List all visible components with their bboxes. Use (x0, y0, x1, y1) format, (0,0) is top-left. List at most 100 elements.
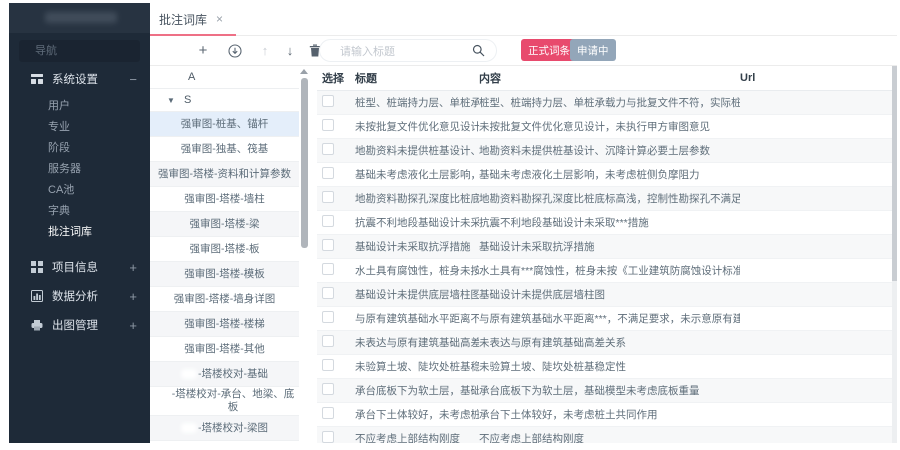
row-checkbox[interactable] (322, 167, 334, 179)
category-item[interactable]: 强审图-塔楼-梁 (150, 212, 299, 237)
category-item[interactable]: 强审图-塔楼-墙柱 (150, 187, 299, 212)
row-checkbox[interactable] (322, 143, 334, 155)
row-checkbox[interactable] (322, 191, 334, 203)
chevron-down-icon[interactable]: ▼ (167, 90, 175, 112)
table-row[interactable]: 承台下土体较好，未考虑桩土共同... 承台下土体较好，未考虑桩土共同作用 (317, 403, 892, 427)
table-row[interactable]: 基础设计未采取抗浮措施 基础设计未采取抗浮措施 (317, 235, 892, 259)
sidebar-item-CA池[interactable]: CA池 (9, 180, 150, 201)
search-input[interactable]: 请输入标题 (319, 39, 497, 62)
row-content: 承台下土体较好，未考虑桩土共同作用 (479, 407, 740, 422)
sidebar-item-专业[interactable]: 专业 (9, 117, 150, 138)
category-scrollbar[interactable] (300, 66, 308, 443)
category-item[interactable]: 强审图-塔楼-墙身详图 (150, 287, 299, 312)
category-item[interactable]: 强审图-塔楼-楼梯 (150, 312, 299, 337)
row-content: 基础设计未提供底层墙柱图 (479, 287, 740, 302)
table-row[interactable]: 抗震不利地段基础设计未采取必要... 抗震不利地段基础设计未采取***措施 (317, 211, 892, 235)
row-checkbox[interactable] (322, 359, 334, 371)
group-label: S (184, 94, 191, 106)
category-item[interactable]: -塔楼校对-承台、地梁、底板 (150, 387, 299, 416)
category-item[interactable]: -塔楼校对-墙柱 (150, 441, 299, 443)
row-content: 桩型、桩端持力层、单桩承载力与批复文件不符，实际桩型、桩端持... (479, 95, 740, 110)
sidebar-section-project-info[interactable]: 项目信息 + (9, 255, 150, 279)
row-title: 抗震不利地段基础设计未采取必要... (355, 215, 479, 230)
row-checkbox[interactable] (322, 263, 334, 275)
move-down-icon[interactable]: ↓ (281, 36, 299, 65)
main-scrollbar-thumb[interactable] (892, 66, 897, 281)
sidebar-submenu: 用户专业阶段服务器CA池字典批注词库 (9, 91, 150, 250)
scroll-up-arrow-icon[interactable] (300, 69, 308, 74)
category-item-label: 强审图-塔楼-板 (190, 243, 260, 256)
expand-plus-icon[interactable]: + (129, 261, 137, 274)
search-icon[interactable] (472, 44, 485, 57)
category-panel: A ▼ S 强审图-桩基、锚杆 强审图-独基、筏基 强审图-塔楼-资料和计算参数… (150, 66, 309, 443)
table-row[interactable]: 基础设计未提供底层墙柱图 基础设计未提供底层墙柱图 (317, 283, 892, 307)
row-content: 未按批复文件优化意见设计，未执行甲方审图意见 (479, 119, 740, 134)
row-checkbox[interactable] (322, 431, 334, 443)
table-row[interactable]: 地勘资料未提供桩基设计、沉降计... 地勘资料未提供桩基设计、沉降计算必要土层参… (317, 139, 892, 163)
category-item[interactable]: 强审图-塔楼-模板 (150, 262, 299, 287)
table-row[interactable]: 未表达与原有建筑基础高差关系 未表达与原有建筑基础高差关系 (317, 331, 892, 355)
table-row[interactable]: 未按批复文件优化意见设计，未执... 未按批复文件优化意见设计，未执行甲方审图意… (317, 115, 892, 139)
category-item[interactable]: 强审图-塔楼-其他 (150, 337, 299, 362)
row-title: 未表达与原有建筑基础高差关系 (355, 335, 479, 350)
category-item[interactable]: 强审图-塔楼-板 (150, 237, 299, 262)
toolbar: + ↑ ↓ 请输入标题 正式词条 申请中 (150, 36, 897, 66)
category-group-s[interactable]: ▼ S (150, 89, 299, 112)
sidebar-item-用户[interactable]: 用户 (9, 96, 150, 117)
row-content: 未表达与原有建筑基础高差关系 (479, 335, 740, 350)
add-button[interactable]: + (194, 36, 212, 65)
sidebar-section-data-analysis[interactable]: 数据分析 + (9, 284, 150, 308)
category-item-label: 强审图-塔楼-楼梯 (184, 318, 265, 331)
row-checkbox[interactable] (322, 311, 334, 323)
sidebar-item-字典[interactable]: 字典 (9, 201, 150, 222)
collapse-minus-icon[interactable]: − (129, 73, 137, 86)
table-row[interactable]: 未验算土坡、陡坎处桩基稳定性 未验算土坡、陡坎处桩基稳定性 (317, 355, 892, 379)
sidebar-item-批注词库[interactable]: 批注词库 (9, 222, 150, 243)
row-checkbox[interactable] (322, 407, 334, 419)
blurred-text-blob (154, 396, 170, 406)
category-item[interactable]: 强审图-桩基、锚杆 (150, 112, 299, 137)
row-checkbox[interactable] (322, 383, 334, 395)
sidebar-section-label: 系统设置 (52, 71, 98, 87)
category-items: A ▼ S 强审图-桩基、锚杆 强审图-独基、筏基 强审图-塔楼-资料和计算参数… (150, 66, 309, 443)
row-checkbox[interactable] (322, 239, 334, 251)
category-item[interactable]: -塔楼校对-梁图 (150, 416, 299, 441)
sidebar-item-服务器[interactable]: 服务器 (9, 159, 150, 180)
row-checkbox[interactable] (322, 215, 334, 227)
row-title: 水土具有腐蚀性，桩身未按《工业... (355, 263, 479, 278)
row-checkbox[interactable] (322, 95, 334, 107)
table-row[interactable]: 与原有建筑基础水平距离不满足要... 与原有建筑基础水平距离***，不满足要求，… (317, 307, 892, 331)
table-row[interactable]: 承台底板下为软土层，基础模型未... 承台底板下为软土层，基础模型未考虑底板重量 (317, 379, 892, 403)
category-item[interactable]: -塔楼校对-基础 (150, 362, 299, 387)
main-scrollbar[interactable] (892, 66, 897, 443)
category-group-a[interactable]: A (150, 66, 299, 89)
category-item-label: 强审图-独基、筏基 (181, 143, 269, 156)
table-row[interactable]: 桩型、桩端持力层、单桩承载力与... 桩型、桩端持力层、单桩承载力与批复文件不符… (317, 91, 892, 115)
category-item-label: 强审图-塔楼-模板 (184, 268, 265, 281)
move-up-icon[interactable]: ↑ (256, 36, 274, 65)
row-checkbox[interactable] (322, 287, 334, 299)
expand-plus-icon[interactable]: + (129, 290, 137, 303)
row-checkbox[interactable] (322, 119, 334, 131)
category-item-label: 强审图-塔楼-资料和计算参数 (158, 168, 291, 181)
content-area: A ▼ S 强审图-桩基、锚杆 强审图-独基、筏基 强审图-塔楼-资料和计算参数… (150, 66, 897, 443)
table-row[interactable]: 不应考虑上部结构刚度 不应考虑上部结构刚度 (317, 427, 892, 443)
sidebar-section-drawing-management[interactable]: 出图管理 + (9, 313, 150, 337)
table-row[interactable]: 地勘资料勘探孔深度比桩底标高浅... 地勘资料勘探孔深度比桩底标高浅，控制性勘探… (317, 187, 892, 211)
row-content: 承台底板下为软土层，基础模型未考虑底板重量 (479, 383, 740, 398)
expand-plus-icon[interactable]: + (129, 319, 137, 332)
download-icon[interactable] (226, 36, 244, 65)
sidebar-nav-search-input[interactable]: 导航 (19, 40, 140, 62)
tab-annotation-lexicon[interactable]: 批注词库 × (150, 3, 236, 35)
sidebar-section-system-settings[interactable]: 系统设置 − (9, 67, 150, 91)
tab-close-icon[interactable]: × (216, 13, 223, 25)
table-row[interactable]: 基础未考虑液化土层影响，未考虑... 基础未考虑液化土层影响，未考虑桩侧负摩阻力 (317, 163, 892, 187)
category-item[interactable]: 强审图-独基、筏基 (150, 137, 299, 162)
row-checkbox[interactable] (322, 335, 334, 347)
formal-entries-button[interactable]: 正式词条 (521, 39, 577, 61)
sidebar-item-阶段[interactable]: 阶段 (9, 138, 150, 159)
category-item[interactable]: 强审图-塔楼-资料和计算参数 (150, 162, 299, 187)
table-row[interactable]: 水土具有腐蚀性，桩身未按《工业... 水土具有***腐蚀性，桩身未按《工业建筑防… (317, 259, 892, 283)
pending-application-button[interactable]: 申请中 (570, 39, 616, 61)
category-scrollbar-thumb[interactable] (301, 78, 308, 248)
